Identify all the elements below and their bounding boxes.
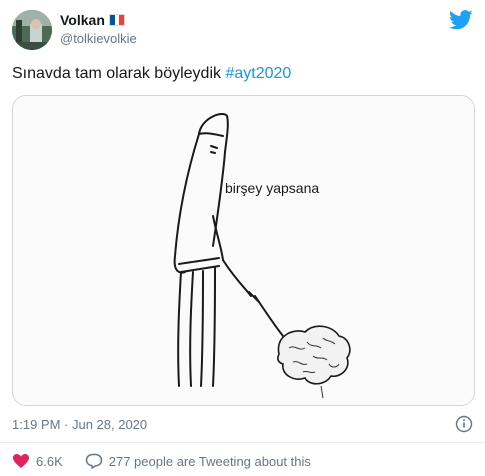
comment-icon[interactable] (85, 453, 103, 469)
like-count: 6.6K (36, 453, 63, 469)
tweeting-text[interactable]: 277 people are Tweeting about this (109, 454, 311, 469)
like-button[interactable]: 6.6K (12, 453, 63, 469)
meme-caption: birşey yapsana (225, 180, 319, 196)
france-flag-icon (108, 14, 125, 26)
meme-drawing: birşey yapsana (13, 96, 474, 405)
tweet-text: Sınavda tam olarak böyleydik #ayt2020 (12, 65, 291, 83)
tweet-actions: 6.6K 277 people are Tweeting about this (12, 453, 311, 469)
tweeting-link[interactable]: 277 people are Tweeting about this (85, 453, 311, 469)
tweet-media[interactable]: birşey yapsana (12, 95, 475, 406)
author-name[interactable]: Volkan (60, 12, 105, 28)
avatar-image (12, 10, 52, 50)
author-handle[interactable]: @tolkievolkie (60, 31, 137, 46)
info-icon[interactable] (455, 415, 473, 433)
heart-icon[interactable] (12, 453, 30, 469)
tweet-text-body: Sınavda tam olarak böyleydik (12, 65, 221, 82)
divider (0, 442, 485, 443)
hashtag-link[interactable]: #ayt2020 (225, 65, 291, 82)
twitter-bird-icon[interactable] (449, 10, 473, 30)
author-name-row[interactable]: Volkan (60, 12, 125, 28)
avatar[interactable] (12, 10, 52, 50)
tweet-timestamp[interactable]: 1:19 PM · Jun 28, 2020 (12, 417, 147, 432)
